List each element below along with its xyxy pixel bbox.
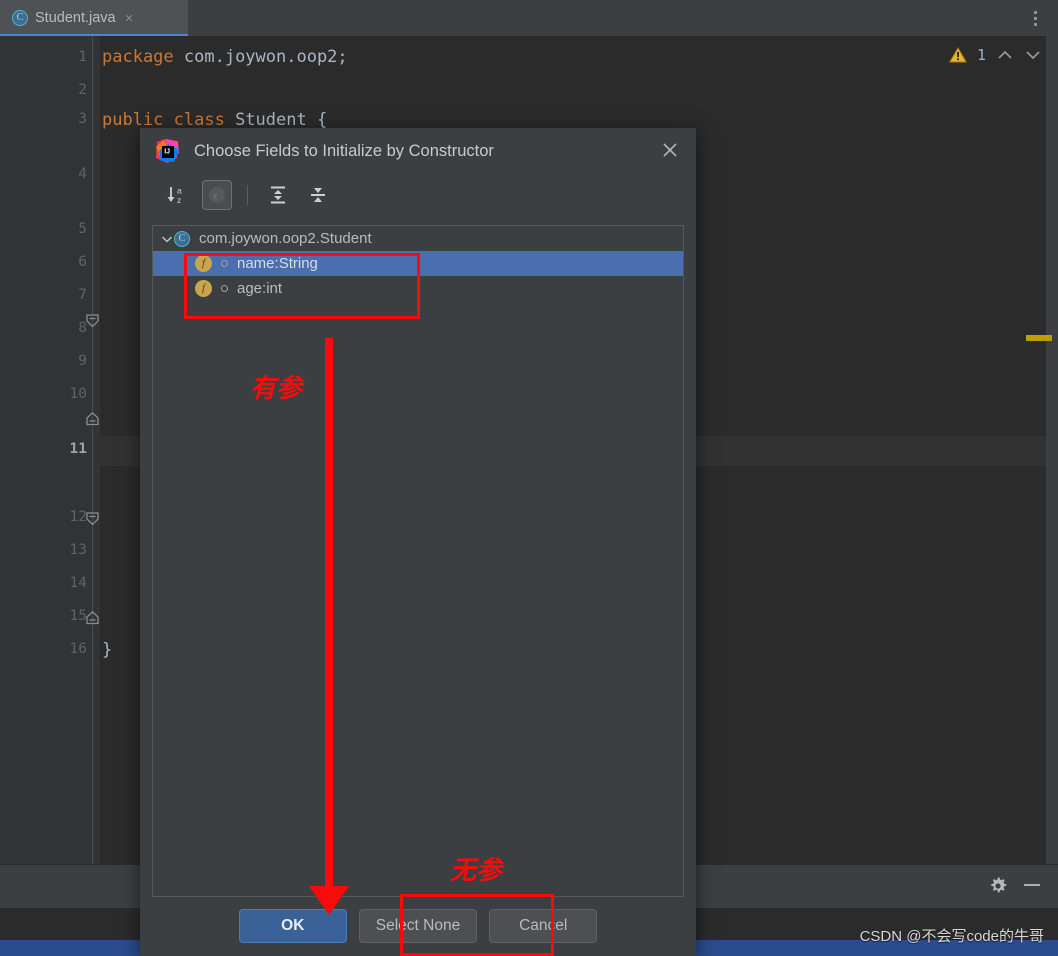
screen: C Student.java × 1 2 3 4 5 6 7 8 9 10 11… [0,0,1058,956]
code-line-16: } [102,640,112,660]
fold-region-start-icon[interactable] [85,512,100,526]
code-line-3: public class Student { [102,110,327,130]
settings-gear-icon[interactable] [988,876,1008,896]
close-icon[interactable]: × [125,11,134,26]
chevron-up-icon[interactable] [996,47,1014,63]
cancel-button[interactable]: Cancel [489,909,598,943]
dialog-button-bar: OK Select None Cancel [140,896,696,956]
line-number: 12 [69,509,87,525]
sort-alphabetically-icon[interactable]: a z [162,180,192,210]
line-number: 8 [78,320,87,336]
warning-triangle-icon [948,47,967,63]
svg-text:c: c [214,191,218,201]
editor-left-strip [0,36,7,864]
editor-tab-student-java[interactable]: C Student.java × [0,0,188,36]
field-icon: f [195,255,212,272]
svg-text:a: a [177,186,182,196]
dialog-toolbar: a z c [140,174,696,216]
more-options-icon[interactable] [1026,8,1044,28]
tree-node-field-label: name:String [237,255,318,272]
tree-node-class[interactable]: C com.joywon.oop2.Student [153,226,683,251]
tree-node-class-label: com.joywon.oop2.Student [199,230,372,247]
line-number: 10 [69,386,87,402]
editor-tab-label: Student.java [35,10,116,26]
code-identifier: Student { [224,110,328,130]
svg-text:IJ: IJ [164,149,170,156]
line-number: 1 [78,49,87,65]
visibility-private-icon [221,260,228,267]
line-number-current: 11 [69,441,87,457]
editor-tab-bar: C Student.java × [0,0,1058,36]
line-number: 16 [69,641,87,657]
fields-tree[interactable]: C com.joywon.oop2.Student f name:String … [152,225,684,897]
line-number: 4 [78,166,87,182]
fold-region-end-icon[interactable] [85,611,100,625]
code-identifier: } [102,640,113,660]
chevron-down-icon[interactable] [160,232,174,246]
line-number: 13 [69,542,87,558]
minimize-icon[interactable] [1024,884,1040,886]
select-none-button[interactable]: Select None [358,909,478,943]
svg-text:z: z [177,195,181,205]
line-number: 9 [78,353,87,369]
line-number: 7 [78,287,87,303]
code-identifier: com.joywon.oop2; [173,47,348,67]
kebab-dot [1033,22,1037,26]
line-number: 5 [78,221,87,237]
fold-region-end-icon[interactable] [85,412,100,426]
warning-marker-stripe[interactable] [1026,335,1052,341]
java-class-icon: C [174,230,190,247]
tree-node-field-label: age:int [237,280,283,297]
tree-node-field-name[interactable]: f name:String [153,251,683,276]
code-keyword: package [102,47,174,67]
ok-button[interactable]: OK [238,909,347,943]
line-number: 15 [69,608,87,624]
line-number: 6 [78,254,87,270]
watermark-text: CSDN @不会写code的牛哥 [859,928,1044,945]
line-number: 14 [69,575,87,591]
code-line-1: package com.joywon.oop2; [102,47,348,67]
choose-fields-dialog: IJ Choose Fields to Initialize by Constr… [140,128,696,956]
expand-all-icon[interactable] [263,180,293,210]
fold-region-start-icon[interactable] [85,314,100,328]
dialog-title: Choose Fields to Initialize by Construct… [194,141,494,160]
line-number: 3 [78,111,87,127]
editor-marker-scrollbar[interactable] [1046,36,1058,864]
field-icon: f [195,280,212,297]
visibility-private-icon [221,285,228,292]
code-keyword: public class [102,110,225,130]
collapse-all-icon[interactable] [303,180,333,210]
kebab-dot [1033,10,1037,14]
intellij-idea-logo-icon: IJ [156,139,179,163]
toolbar-separator [247,185,248,205]
warning-count: 1 [976,46,986,64]
java-class-icon: C [12,10,28,26]
show-class-toggle-icon[interactable]: c [202,180,232,210]
gutter-divider [92,36,93,864]
chevron-down-icon[interactable] [1024,47,1042,63]
inspection-widget: 1 [948,46,1042,64]
line-number: 2 [78,82,87,98]
dialog-title-bar: IJ Choose Fields to Initialize by Constr… [140,128,696,174]
kebab-dot [1033,16,1037,20]
close-icon[interactable] [660,140,680,160]
tree-node-field-age[interactable]: f age:int [153,276,683,301]
